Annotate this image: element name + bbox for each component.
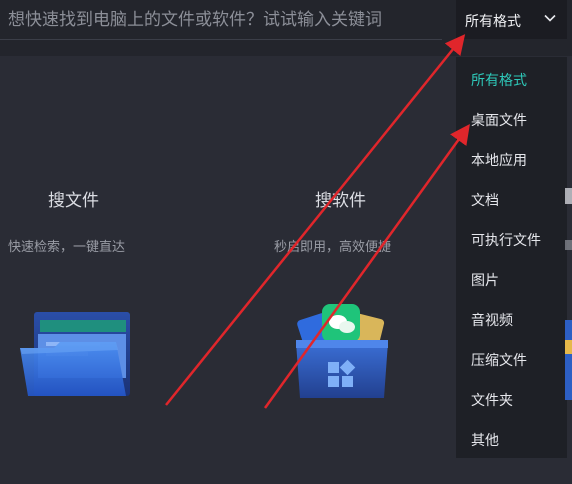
search-input[interactable] <box>8 6 438 34</box>
feature-title-files: 搜文件 <box>48 191 99 211</box>
feature-title-software: 搜软件 <box>315 191 366 211</box>
format-select-label: 所有格式 <box>465 14 521 30</box>
dropdown-item-archives[interactable]: 压缩文件 <box>471 350 527 370</box>
dropdown-item-all-formats[interactable]: 所有格式 <box>471 70 527 90</box>
chevron-down-icon <box>544 14 556 22</box>
dropdown-item-desktop-files[interactable]: 桌面文件 <box>471 110 527 130</box>
dropdown-item-audio-video[interactable]: 音视频 <box>471 310 513 330</box>
search-bar <box>0 0 442 40</box>
feature-desc-software: 秒启即用，高效便捷 <box>274 240 392 255</box>
dropdown-item-executables[interactable]: 可执行文件 <box>471 230 541 250</box>
dropdown-item-local-apps[interactable]: 本地应用 <box>471 150 527 170</box>
dropdown-item-documents[interactable]: 文档 <box>471 190 499 210</box>
dropdown-item-images[interactable]: 图片 <box>471 270 499 290</box>
feature-third-clipped <box>565 180 572 460</box>
dropdown-item-other[interactable]: 其他 <box>471 430 499 450</box>
folder-icon[interactable] <box>16 306 134 402</box>
app-box-icon[interactable] <box>294 300 390 400</box>
feature-desc-files: 快速检索，一键直达 <box>8 240 126 255</box>
format-dropdown-menu: 所有格式 桌面文件 本地应用 文档 可执行文件 图片 音视频 压缩文件 文件夹 … <box>456 57 567 458</box>
format-select[interactable]: 所有格式 <box>456 0 567 39</box>
dropdown-item-folders[interactable]: 文件夹 <box>471 390 513 410</box>
